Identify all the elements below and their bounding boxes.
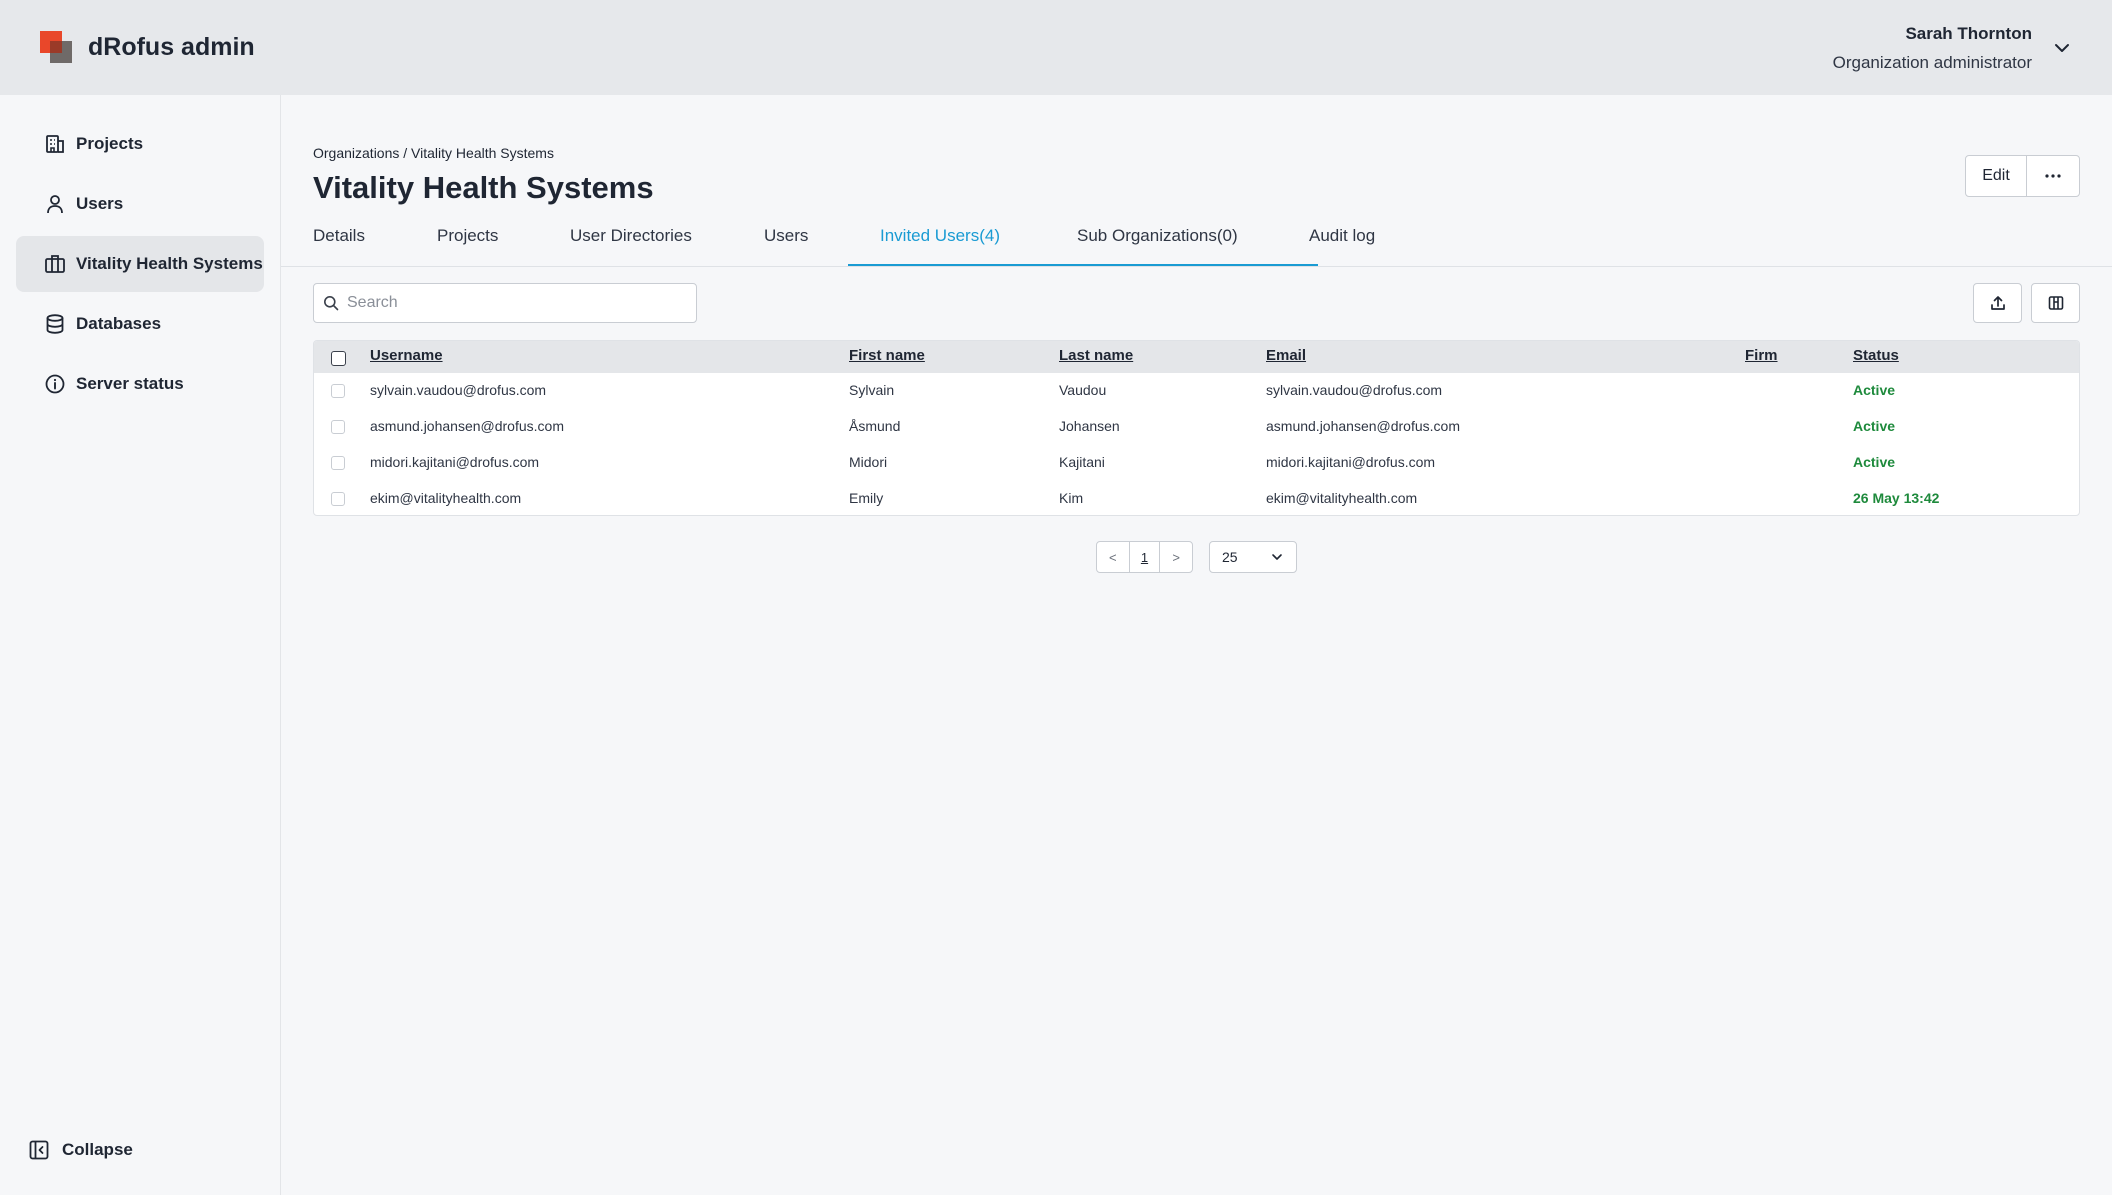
collapse-sidebar-icon [29,1140,49,1160]
search-icon [324,296,339,311]
table-row[interactable]: sylvain.vaudou@drofus.com Sylvain Vaudou… [314,373,2079,409]
table-header: Username First name Last name Email Firm… [314,341,2079,373]
table-row[interactable]: ekim@vitalityhealth.com Emily Kim ekim@v… [314,481,2079,515]
column-header-username[interactable]: Username [370,347,443,364]
database-icon [46,314,64,334]
cell-status: 26 May 13:42 [1853,490,1940,506]
user-role[interactable]: Organization administrator [1833,53,2032,73]
cell-username: ekim@vitalityhealth.com [370,490,522,506]
tab-sub-organizations[interactable]: Sub Organizations(0) [1077,226,1238,246]
next-page-button[interactable]: > [1160,542,1192,572]
cell-email: ekim@vitalityhealth.com [1266,490,1418,506]
tab-projects[interactable]: Projects [437,226,498,246]
row-checkbox[interactable] [331,492,345,506]
sidebar-item-label: Projects [76,134,144,153]
cell-first-name: Åsmund [849,418,901,434]
info-icon [45,374,65,394]
row-checkbox[interactable] [331,420,345,434]
tab-bar: Details Projects User Directories Users … [281,218,2112,267]
columns-icon [2048,296,2063,310]
user-icon [47,195,63,214]
collapse-button[interactable]: Collapse [28,1139,133,1161]
building-icon [46,135,64,153]
sidebar-item-label: Users [76,194,124,213]
pagination: < 1 > [1096,541,1193,573]
sidebar-item-databases[interactable]: Databases [16,296,264,352]
sidebar-item-label: Vitality Health Systems [76,254,263,273]
column-header-first-name[interactable]: First name [849,347,925,364]
cell-last-name: Kajitani [1059,454,1105,470]
prev-page-button[interactable]: < [1097,542,1129,572]
upload-icon [1990,296,2005,310]
chevron-down-icon [1272,554,1282,560]
more-horizontal-icon [2045,174,2061,178]
collapse-label: Collapse [62,1140,133,1159]
cell-first-name: Midori [849,454,888,470]
cell-last-name: Johansen [1059,418,1120,434]
top-bar: dRofus admin Sarah Thornton Organization… [0,0,2112,95]
sidebar: Projects Users Vitality Health Systems D… [0,95,281,1195]
select-all-checkbox[interactable] [331,351,346,366]
cell-email: midori.kajitani@drofus.com [1266,454,1436,470]
cell-email: asmund.johansen@drofus.com [1266,418,1460,434]
cell-status: Active [1853,454,1896,470]
cell-first-name: Sylvain [849,382,895,398]
briefcase-icon [45,255,65,273]
cell-username: midori.kajitani@drofus.com [370,454,540,470]
breadcrumb[interactable]: Organizations / Vitality Health Systems [313,145,554,161]
table-row[interactable]: asmund.johansen@drofus.com Åsmund Johans… [314,409,2079,445]
header-actions: Edit [1965,155,2080,197]
search-input[interactable] [347,294,667,312]
tab-invited-users[interactable]: Invited Users(4) [880,226,1000,246]
cell-first-name: Emily [849,490,884,506]
cell-username: sylvain.vaudou@drofus.com [370,382,547,398]
sidebar-item-vitality-health-systems[interactable]: Vitality Health Systems [16,236,264,292]
page-size-select[interactable]: 25 [1209,541,1297,573]
cell-status: Active [1853,382,1896,398]
column-header-firm[interactable]: Firm [1745,347,1778,364]
tab-audit-log[interactable]: Audit log [1309,226,1375,246]
tab-details[interactable]: Details [313,226,365,246]
tab-user-directories[interactable]: User Directories [570,226,692,246]
row-checkbox[interactable] [331,456,345,470]
chevron-down-icon[interactable] [2052,38,2072,58]
cell-status: Active [1853,418,1896,434]
column-settings-button[interactable] [2031,283,2080,323]
table-row[interactable]: midori.kajitani@drofus.com Midori Kajita… [314,445,2079,481]
active-tab-indicator [848,264,1318,266]
cell-email: sylvain.vaudou@drofus.com [1266,382,1443,398]
row-checkbox[interactable] [331,384,345,398]
column-header-status[interactable]: Status [1853,347,1899,364]
sidebar-item-users[interactable]: Users [16,176,264,232]
cell-last-name: Kim [1059,490,1084,506]
export-button[interactable] [1973,283,2022,323]
page-title: Vitality Health Systems [313,170,654,205]
invited-users-table: Username First name Last name Email Firm… [313,340,2080,516]
user-name[interactable]: Sarah Thornton [1905,24,2032,44]
cell-username: asmund.johansen@drofus.com [370,418,564,434]
sidebar-item-projects[interactable]: Projects [16,116,264,172]
column-header-last-name[interactable]: Last name [1059,347,1133,364]
sidebar-item-label: Databases [76,314,162,333]
cell-last-name: Vaudou [1059,382,1107,398]
sidebar-item-server-status[interactable]: Server status [16,356,264,412]
app-title: dRofus admin [88,33,255,61]
more-options-button[interactable] [2027,156,2079,196]
sidebar-item-label: Server status [76,374,184,393]
page-number-button[interactable]: 1 [1128,542,1161,572]
tab-users[interactable]: Users [764,226,808,246]
edit-button[interactable]: Edit [1966,156,2027,196]
drofus-logo-icon [40,31,72,63]
page-size-value: 25 [1222,549,1238,565]
column-header-email[interactable]: Email [1266,347,1306,364]
search-box[interactable] [313,283,697,323]
